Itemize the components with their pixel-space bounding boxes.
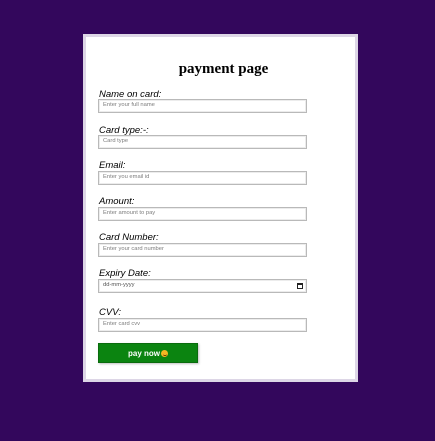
card-type-field[interactable]: Card type: [98, 135, 307, 149]
email-placeholder: Enter you email id: [103, 174, 150, 180]
name-on-card-field[interactable]: Enter your full name: [98, 99, 307, 113]
card-number-field[interactable]: Enter your card number: [98, 243, 307, 257]
name-on-card-placeholder: Enter your full name: [103, 102, 155, 108]
pay-now-label: pay now: [127, 348, 160, 358]
email-field[interactable]: Enter you email id: [98, 171, 307, 185]
cvv-placeholder: Enter card cvv: [103, 321, 141, 327]
page-title: payment page: [178, 61, 269, 77]
payment-card: payment page Name on card: Enter your fu…: [83, 34, 358, 382]
pay-now-button[interactable]: pay now: [98, 343, 198, 363]
card-number-label: Card Number:: [99, 232, 159, 243]
amount-field[interactable]: Enter amount to pay: [98, 207, 307, 221]
amount-placeholder: Enter amount to pay: [103, 210, 156, 216]
cvv-field[interactable]: Enter card cvv: [98, 318, 307, 332]
cvv-label: CVV:: [99, 307, 122, 318]
calendar-icon[interactable]: [297, 283, 303, 289]
expiry-date-placeholder: dd-mm-yyyy: [103, 282, 135, 288]
email-label: Email:: [99, 160, 126, 171]
smile-emoji-icon: [161, 349, 168, 357]
expiry-date-label: Expiry Date:: [99, 268, 151, 279]
amount-label: Amount:: [99, 196, 135, 207]
expiry-date-field[interactable]: dd-mm-yyyy: [98, 279, 307, 293]
card-number-placeholder: Enter your card number: [103, 246, 164, 252]
card-type-placeholder: Card type: [103, 138, 129, 144]
